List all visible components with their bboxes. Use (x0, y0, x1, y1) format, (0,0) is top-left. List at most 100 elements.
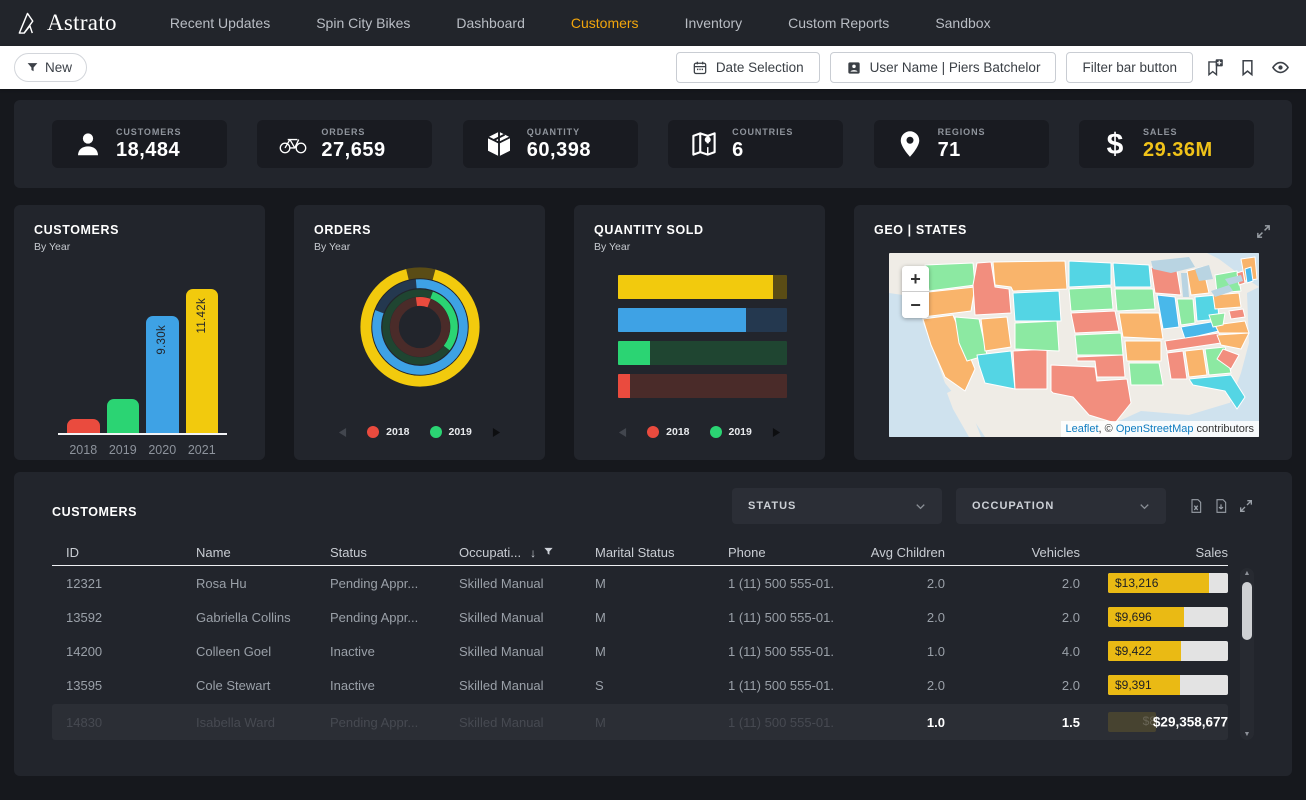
column-header-sales[interactable]: Sales (1080, 545, 1228, 560)
nav-item-customers[interactable]: Customers (548, 0, 662, 46)
hbar-2018[interactable] (618, 374, 787, 398)
table-scrollbar[interactable]: ▲ ▼ (1240, 568, 1254, 740)
status-dropdown[interactable]: STATUS (732, 488, 942, 524)
visibility-button[interactable] (1269, 56, 1292, 79)
bar-2018[interactable] (67, 419, 100, 433)
cell-phone: 1 (11) 500 555-01... (714, 678, 835, 693)
excel-export-icon (1188, 498, 1204, 514)
kpi-label: ORDERS (321, 127, 385, 137)
expand-button[interactable] (1255, 223, 1272, 243)
legend-dot-2019 (430, 426, 442, 438)
cell-id: 13592 (52, 610, 182, 625)
scrollbar-thumb[interactable] (1242, 582, 1252, 640)
user-badge-icon (846, 60, 862, 76)
ghost-cell-status: Pending Appr... (316, 715, 445, 730)
legend-dot-2018 (367, 426, 379, 438)
column-header-occupation[interactable]: Occupati...↓ (445, 545, 581, 560)
table-row[interactable]: 12321Rosa HuPending Appr...Skilled Manua… (52, 566, 1228, 600)
table-totals-row: 14830Isabella WardPending Appr...Skilled… (52, 704, 1228, 740)
filter-bar-button[interactable]: Filter bar button (1066, 52, 1193, 83)
column-header-vehicles[interactable]: Vehicles (945, 545, 1080, 560)
scroll-down-arrow[interactable]: ▼ (1240, 731, 1254, 738)
nav-item-custom-reports[interactable]: Custom Reports (765, 0, 912, 46)
table-header-bar: CUSTOMERS STATUS OCCUPATION (52, 488, 1254, 524)
regions-kpi-location-pin-icon (890, 129, 930, 159)
legend-item-2019[interactable]: 2019 (710, 426, 752, 438)
nav-item-dashboard[interactable]: Dashboard (433, 0, 548, 46)
nav-item-spin-city-bikes[interactable]: Spin City Bikes (293, 0, 433, 46)
x-tick-2021: 2021 (186, 443, 219, 457)
cell-avg-children: 2.0 (835, 576, 945, 591)
brand[interactable]: Astrato (16, 10, 117, 36)
nav-item-recent-updates[interactable]: Recent Updates (147, 0, 293, 46)
column-header-avg-children[interactable]: Avg Children (835, 545, 945, 560)
table-title: CUSTOMERS (52, 505, 137, 519)
scroll-up-arrow[interactable]: ▲ (1240, 570, 1254, 577)
bookmark-add-button[interactable] (1203, 56, 1226, 79)
cell-marital: M (581, 576, 714, 591)
map-zoom-in-button[interactable]: + (902, 266, 929, 292)
column-header-name[interactable]: Name (182, 545, 316, 560)
bar-2020[interactable]: 9.30k (146, 316, 179, 433)
cell-vehicles: 2.0 (945, 678, 1080, 693)
legend-next-arrow[interactable] (772, 427, 781, 438)
map-zoom-out-button[interactable]: − (902, 292, 929, 318)
legend-item-2019[interactable]: 2019 (430, 426, 472, 438)
legend-prev-arrow[interactable] (338, 427, 347, 438)
customers-bar-chart: 9.30k11.42k (58, 289, 227, 435)
sales-bar: $9,422 (1108, 641, 1228, 661)
user-name-button[interactable]: User Name | Piers Batchelor (830, 52, 1057, 83)
main-nav: Recent UpdatesSpin City BikesDashboardCu… (147, 0, 1014, 46)
toolbar-right-group: Date Selection User Name | Piers Batchel… (676, 52, 1292, 83)
sort-desc-icon[interactable]: ↓ (530, 546, 536, 560)
column-header-marital[interactable]: Marital Status (581, 545, 714, 560)
nav-item-sandbox[interactable]: Sandbox (912, 0, 1013, 46)
cell-vehicles: 4.0 (945, 644, 1080, 659)
orders-donut-chart (314, 263, 525, 391)
donut-track-2018 (394, 301, 445, 352)
openstreetmap-link[interactable]: OpenStreetMap (1116, 423, 1194, 435)
chart-title: ORDERS (314, 223, 525, 237)
status-dropdown-label: STATUS (748, 500, 796, 512)
bar-2019[interactable] (107, 399, 140, 433)
us-states-map[interactable]: + − Leaflet, © OpenStreetMap contributor… (889, 253, 1259, 437)
hbar-2019[interactable] (618, 341, 787, 365)
new-filter-button[interactable]: New (14, 53, 87, 82)
sales-cell: $13,216 (1080, 573, 1228, 593)
hbar-2021[interactable] (618, 275, 787, 299)
table-expand-button[interactable] (1238, 498, 1254, 514)
table-row[interactable]: 13595Cole StewartInactiveSkilled ManualS… (52, 668, 1228, 702)
leaflet-link[interactable]: Leaflet (1066, 423, 1099, 435)
table-row[interactable]: 14200Colleen GoelInactiveSkilled ManualM… (52, 634, 1228, 668)
legend-next-arrow[interactable] (492, 427, 501, 438)
customers-table-card: CUSTOMERS STATUS OCCUPATION (14, 472, 1292, 776)
ghost-sales-bar: $8 (1108, 712, 1156, 732)
legend-prev-arrow[interactable] (618, 427, 627, 438)
cell-occupation: Skilled Manual (445, 576, 581, 591)
column-header-id[interactable]: ID (52, 545, 182, 560)
date-selection-button[interactable]: Date Selection (676, 52, 820, 83)
nav-item-inventory[interactable]: Inventory (662, 0, 766, 46)
column-header-phone[interactable]: Phone (714, 545, 835, 560)
occupation-dropdown[interactable]: OCCUPATION (956, 488, 1166, 524)
us-state-41 (1245, 267, 1253, 283)
table-row[interactable]: 13592Gabriella CollinsPending Appr...Ski… (52, 600, 1228, 634)
sales-kpi-dollar-icon: $ (1095, 129, 1135, 159)
cell-marital: M (581, 644, 714, 659)
legend-label: 2019 (729, 426, 752, 438)
export-file-icon (1213, 498, 1229, 514)
bookmark-button[interactable] (1236, 56, 1259, 79)
excel-export-button[interactable] (1188, 498, 1204, 514)
legend-item-2018[interactable]: 2018 (367, 426, 409, 438)
hbar-2020[interactable] (618, 308, 787, 332)
cell-status: Pending Appr... (316, 610, 445, 625)
cell-name: Rosa Hu (182, 576, 316, 591)
sales-bar: $9,696 (1108, 607, 1228, 627)
legend-item-2018[interactable]: 2018 (647, 426, 689, 438)
export-file-button[interactable] (1213, 498, 1229, 514)
bar-2021[interactable]: 11.42k (186, 289, 219, 433)
column-header-status[interactable]: Status (316, 545, 445, 560)
us-state-18 (1115, 289, 1155, 311)
bookmark-add-icon (1205, 58, 1224, 77)
column-funnel-icon[interactable] (543, 546, 554, 560)
